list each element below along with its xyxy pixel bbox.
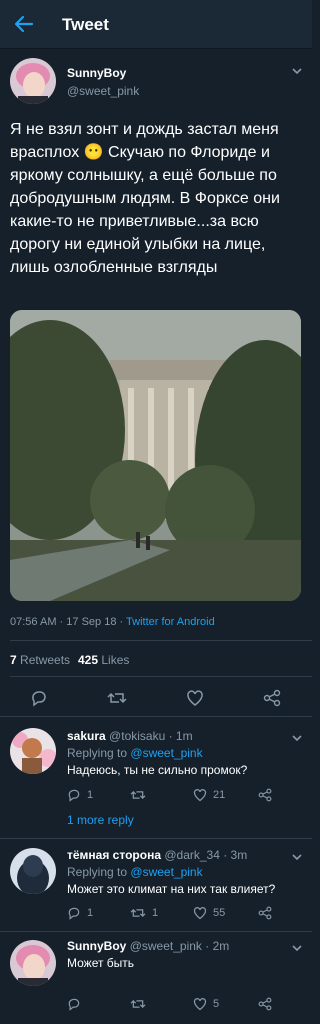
chevron-down-icon[interactable] <box>290 850 304 867</box>
chevron-down-icon[interactable] <box>290 731 304 748</box>
replying-to-link[interactable]: @sweet_pink <box>130 865 202 879</box>
retweet-icon <box>130 997 146 1011</box>
chevron-down-icon[interactable] <box>290 64 304 81</box>
reply-author-name[interactable]: тёмная сторона <box>67 848 161 862</box>
like-count: 55 <box>213 907 226 919</box>
top-bar <box>0 0 312 49</box>
reply-count: 1 <box>87 789 94 801</box>
reply-count: 1 <box>87 907 94 919</box>
avatar[interactable] <box>10 728 56 774</box>
retweet-icon <box>130 788 146 802</box>
divider <box>0 716 312 717</box>
divider <box>10 640 312 641</box>
retweet-icon <box>130 906 146 920</box>
likes-count: 425 <box>78 653 99 667</box>
retweet-icon[interactable] <box>107 689 127 707</box>
like-button[interactable]: 21 <box>193 788 225 802</box>
share-button[interactable] <box>257 788 273 802</box>
tweet-source-link[interactable]: Twitter for Android <box>126 616 215 628</box>
likes-stat[interactable]: 425 Likes <box>78 653 129 667</box>
more-replies-link[interactable]: 1 more reply <box>67 813 134 827</box>
chevron-down-icon[interactable] <box>290 941 304 958</box>
tweet-text: Я не взял зонт и дождь застал меня врасп… <box>10 121 280 276</box>
share-icon <box>257 997 273 1011</box>
share-icon <box>257 906 273 920</box>
retweets-stat[interactable]: 7 Retweets <box>10 653 70 667</box>
tweet-image[interactable] <box>10 310 301 601</box>
reply-button[interactable]: 1 <box>67 788 93 802</box>
retweets-label: Retweets <box>20 653 71 667</box>
reply-icon <box>67 788 81 802</box>
replying-prefix: Replying to <box>67 865 128 879</box>
tweet-date: 17 Sep 18 <box>66 616 117 628</box>
reply-text: Может быть <box>67 956 135 970</box>
page-title: Tweet <box>62 15 109 34</box>
divider <box>0 838 312 839</box>
reply-text: Может это климат на них так влияет? <box>67 882 276 896</box>
reply-author-name[interactable]: SunnyBoy <box>67 939 126 953</box>
reply-author-handle[interactable]: @tokisaku · 1m <box>109 729 193 743</box>
author-name[interactable]: SunnyBoy <box>67 66 126 80</box>
like-button[interactable]: 5 <box>193 997 219 1011</box>
avatar[interactable] <box>10 940 56 986</box>
author-handle[interactable]: @sweet_pink <box>67 84 139 98</box>
retweet-button[interactable] <box>130 997 152 1011</box>
divider <box>10 676 312 677</box>
reply-author-handle[interactable]: @sweet_pink · 2m <box>130 939 230 953</box>
reply-author-handle[interactable]: @dark_34 · 3m <box>164 848 247 862</box>
replying-to-link[interactable]: @sweet_pink <box>130 746 202 760</box>
avatar[interactable] <box>10 848 56 894</box>
like-icon[interactable] <box>186 689 204 707</box>
share-icon[interactable] <box>262 689 282 707</box>
like-icon <box>193 788 207 802</box>
reply-author-name[interactable]: sakura <box>67 729 106 743</box>
share-button[interactable] <box>257 906 273 920</box>
tweet-time: 07:56 AM <box>10 616 57 628</box>
separator-dot: · <box>59 616 64 628</box>
retweets-count: 7 <box>10 653 17 667</box>
replying-prefix: Replying to <box>67 746 128 760</box>
like-button[interactable]: 55 <box>193 906 225 920</box>
reply-text: Надеюсь, ты не сильно промок? <box>67 763 248 777</box>
retweet-count: 1 <box>152 907 159 919</box>
separator-dot: · <box>119 616 124 628</box>
reply-button[interactable]: 1 <box>67 906 93 920</box>
reply-button[interactable] <box>67 997 87 1011</box>
reply-icon <box>67 906 81 920</box>
like-icon <box>193 997 207 1011</box>
like-count: 21 <box>213 789 226 801</box>
reply-icon <box>67 997 81 1011</box>
back-arrow-icon[interactable] <box>10 12 38 36</box>
retweet-button[interactable]: 1 <box>130 906 158 920</box>
divider <box>0 931 312 932</box>
share-icon <box>257 788 273 802</box>
avatar[interactable] <box>10 58 56 104</box>
like-count: 5 <box>213 998 220 1010</box>
reply-icon[interactable] <box>30 689 48 707</box>
likes-label: Likes <box>101 653 130 667</box>
share-button[interactable] <box>257 997 273 1011</box>
retweet-button[interactable] <box>130 788 152 802</box>
like-icon <box>193 906 207 920</box>
